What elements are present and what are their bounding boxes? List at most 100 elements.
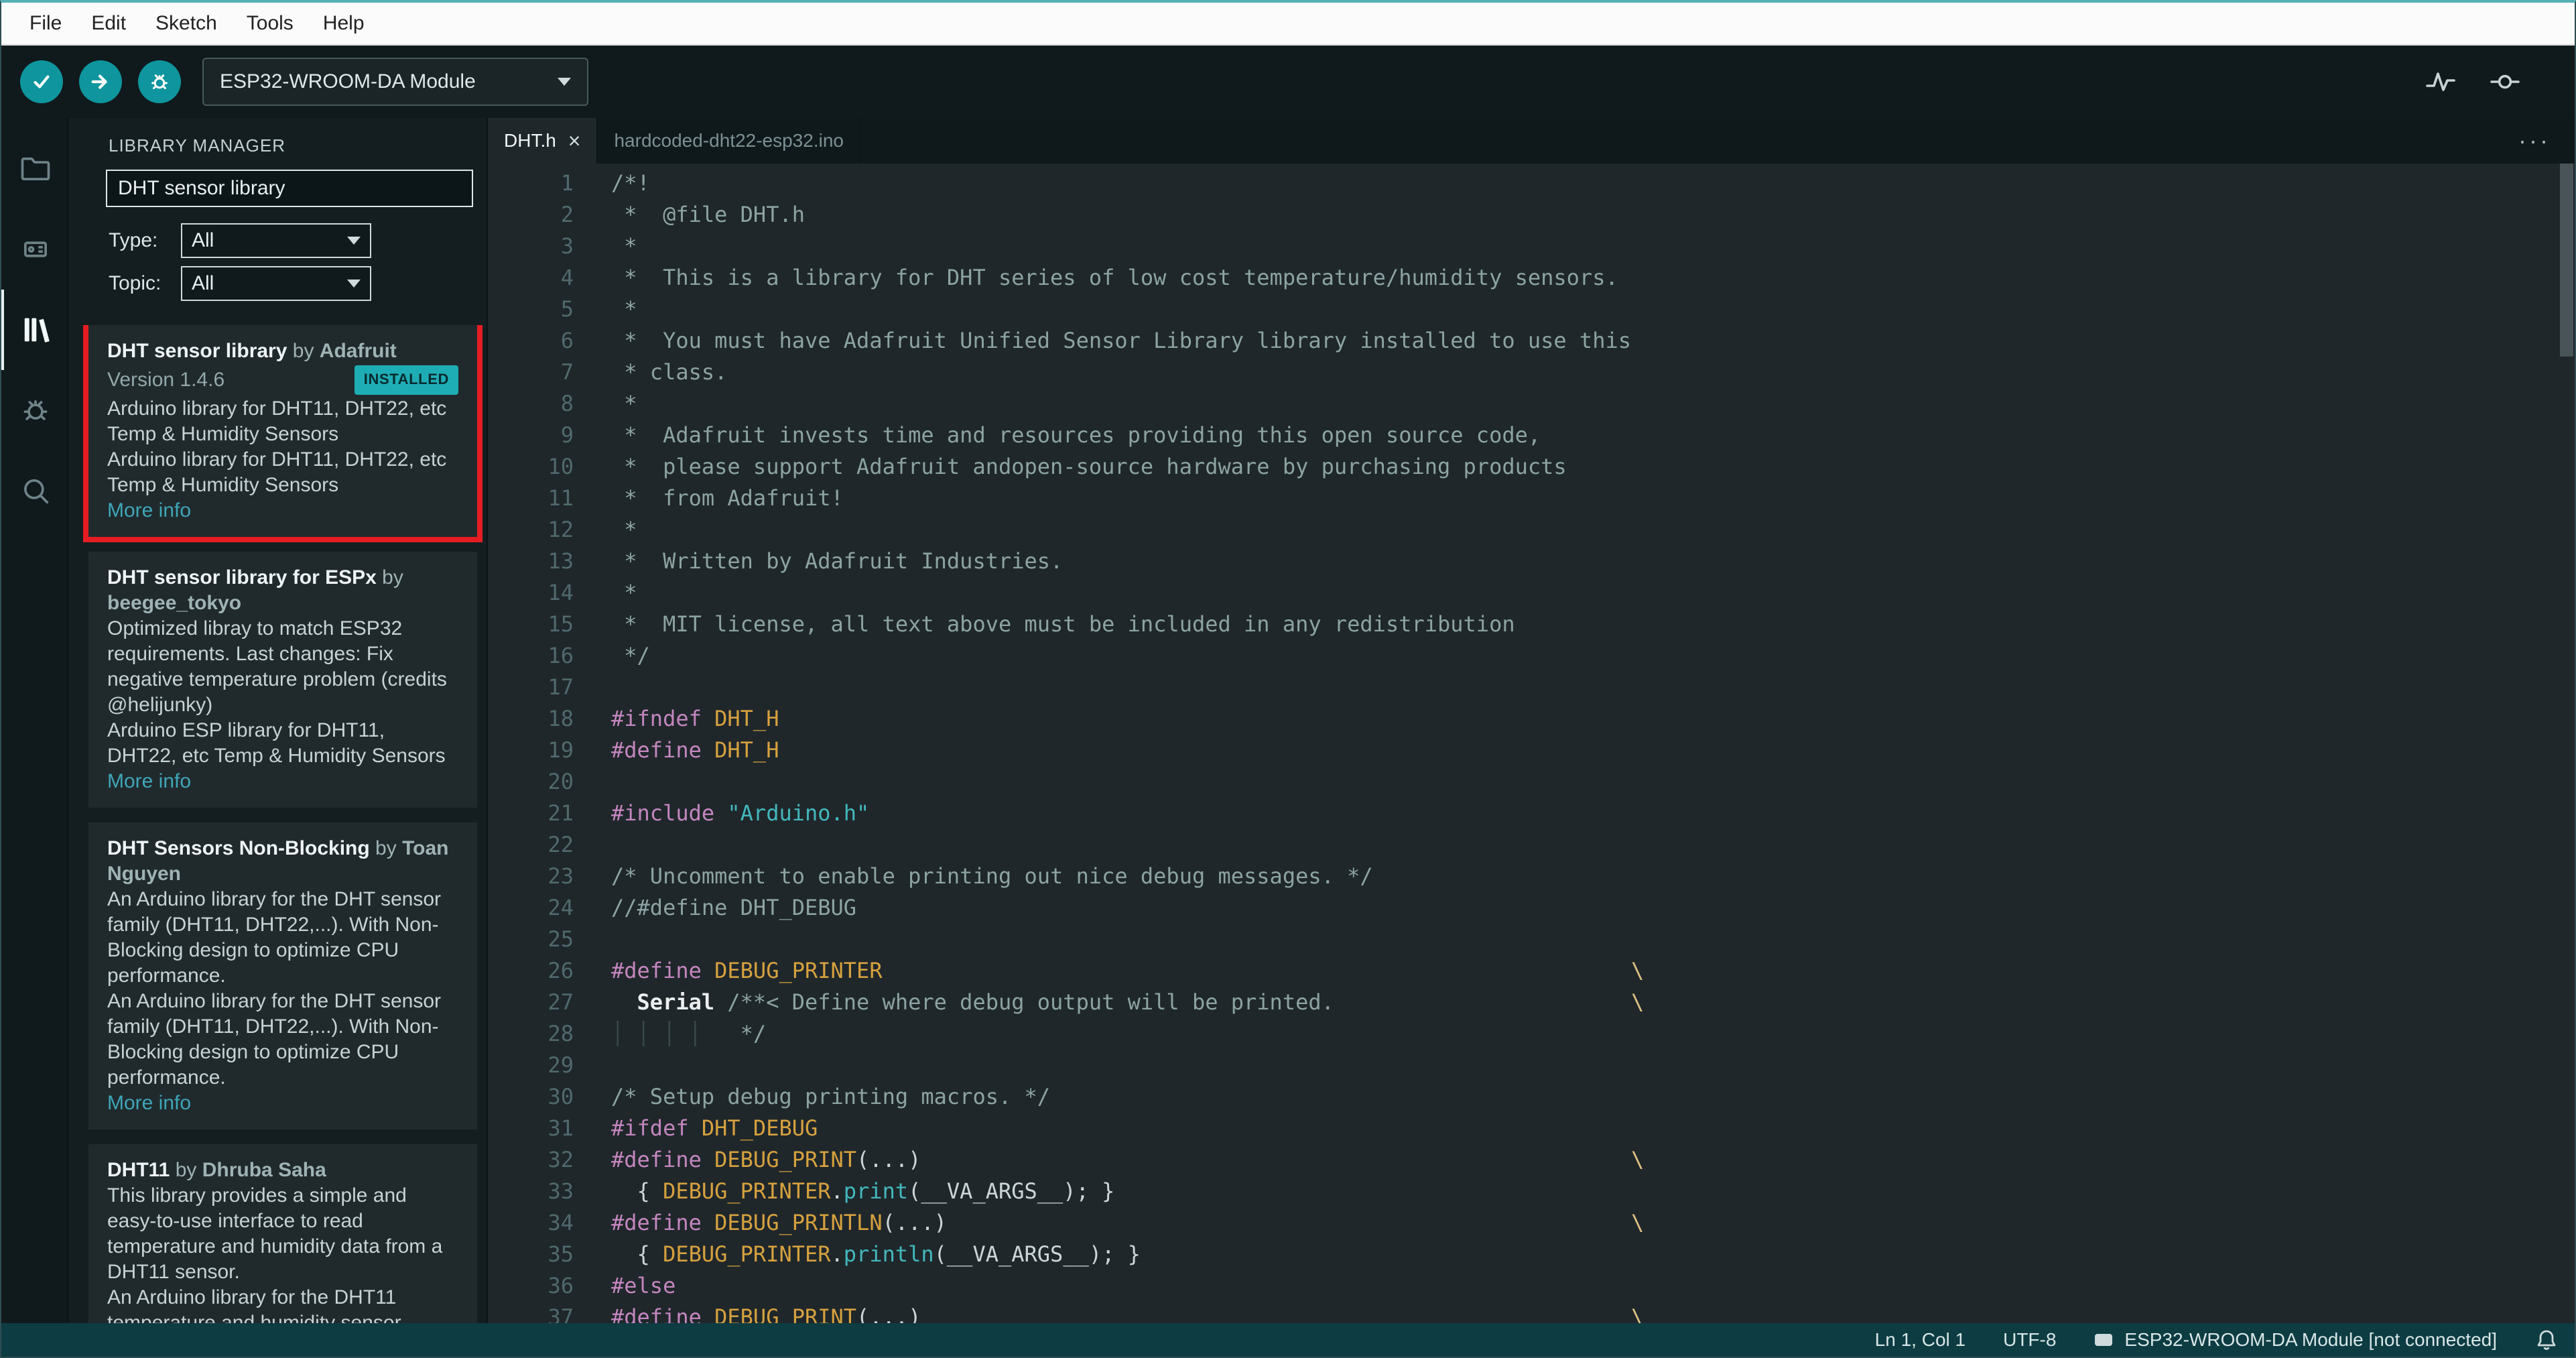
library-item-title: DHT11 by Dhruba Saha bbox=[107, 1158, 458, 1183]
code-line[interactable]: 10 * please support Adafruit andopen-sou… bbox=[488, 451, 2575, 483]
code-line[interactable]: 33 { DEBUG_PRINTER.print(__VA_ARGS__); } bbox=[488, 1176, 2575, 1207]
code-line[interactable]: 24 //#define DHT_DEBUG bbox=[488, 892, 2575, 924]
filter-select[interactable]: All bbox=[181, 223, 371, 258]
code-line[interactable]: 14 * bbox=[488, 577, 2575, 609]
library-manager-panel: LIBRARY MANAGER Type: All Topic: All DHT se… bbox=[68, 118, 488, 1323]
library-search-input[interactable] bbox=[106, 170, 473, 207]
code-line[interactable]: 16 */ bbox=[488, 640, 2575, 672]
cursor-position[interactable]: Ln 1, Col 1 bbox=[1875, 1329, 1966, 1351]
line-number: 2 bbox=[560, 202, 574, 227]
code-line[interactable]: 15 * MIT license, all text above must be… bbox=[488, 609, 2575, 640]
code-text: #define DEBUG_PRINT(...) \ bbox=[611, 1147, 1645, 1172]
code-line[interactable]: 18 #ifndef DHT_H bbox=[488, 703, 2575, 735]
by-label: by bbox=[170, 1159, 202, 1181]
code-line[interactable]: 31 #ifdef DHT_DEBUG bbox=[488, 1113, 2575, 1144]
tab-hardcoded-dht22-esp32-ino[interactable]: hardcoded-dht22-esp32.ino bbox=[598, 118, 861, 164]
code-text: * This is a library for DHT series of lo… bbox=[611, 265, 1618, 290]
code-line[interactable]: 35 { DEBUG_PRINTER.println(__VA_ARGS__);… bbox=[488, 1239, 2575, 1270]
code-line[interactable]: 9 * Adafruit invests time and resources … bbox=[488, 420, 2575, 451]
code-line[interactable]: 11 * from Adafruit! bbox=[488, 483, 2575, 514]
sidebar-item-search[interactable] bbox=[1, 450, 67, 531]
close-icon[interactable]: × bbox=[568, 130, 581, 151]
board-selector[interactable]: ESP32-WROOM-DA Module bbox=[202, 58, 588, 106]
menu-edit[interactable]: Edit bbox=[76, 3, 141, 45]
more-info-link[interactable]: More info bbox=[107, 498, 458, 523]
code-line[interactable]: 22 bbox=[488, 829, 2575, 861]
tab-label: hardcoded-dht22-esp32.ino bbox=[614, 130, 844, 151]
serial-monitor-icon[interactable] bbox=[2489, 66, 2521, 98]
library-list-item[interactable]: DHT sensor library by Adafruit Version 1.… bbox=[83, 325, 482, 542]
sidebar-item-sketchbook[interactable] bbox=[1, 129, 67, 209]
code-line[interactable]: 4 * This is a library for DHT series of … bbox=[488, 262, 2575, 294]
code-line[interactable]: 21 #include "Arduino.h" bbox=[488, 798, 2575, 829]
library-list-item[interactable]: DHT11 by Dhruba Saha This library provide… bbox=[88, 1144, 477, 1323]
line-number: 4 bbox=[560, 265, 574, 290]
line-number: 23 bbox=[548, 863, 574, 889]
code-line[interactable]: 13 * Written by Adafruit Industries. bbox=[488, 546, 2575, 577]
more-info-link[interactable]: More info bbox=[107, 769, 458, 794]
more-info-link[interactable]: More info bbox=[107, 1091, 458, 1116]
code-line[interactable]: 6 * You must have Adafruit Unified Senso… bbox=[488, 325, 2575, 357]
verify-button[interactable] bbox=[20, 60, 63, 103]
sidebar-item-boards-manager[interactable] bbox=[1, 209, 67, 290]
code-line[interactable]: 2 * @file DHT.h bbox=[488, 199, 2575, 231]
check-icon bbox=[34, 75, 50, 88]
sidebar-item-library-manager[interactable] bbox=[1, 290, 67, 370]
library-list-item[interactable]: DHT Sensors Non-Blocking by Toan Nguyen A… bbox=[88, 822, 477, 1129]
editor-scrollbar[interactable] bbox=[2559, 164, 2575, 1323]
code-line[interactable]: 34 #define DEBUG_PRINTLN(...) \ bbox=[488, 1207, 2575, 1239]
library-name: DHT sensor library for ESPx bbox=[107, 566, 377, 589]
menu-tools[interactable]: Tools bbox=[232, 3, 308, 45]
line-number: 5 bbox=[560, 296, 574, 322]
menu-file[interactable]: File bbox=[15, 3, 76, 45]
menu-help[interactable]: Help bbox=[308, 3, 379, 45]
menu-sketch[interactable]: Sketch bbox=[141, 3, 232, 45]
code-line[interactable]: 25 bbox=[488, 924, 2575, 955]
code-line[interactable]: 5 * bbox=[488, 294, 2575, 325]
code-text: * MIT license, all text above must be in… bbox=[611, 611, 1515, 637]
bug-icon bbox=[151, 74, 168, 89]
upload-button[interactable] bbox=[79, 60, 122, 103]
code-text: * Written by Adafruit Industries. bbox=[611, 548, 1064, 574]
library-list-item[interactable]: DHT sensor library for ESPx by beegee_to… bbox=[88, 552, 477, 808]
library-list: DHT sensor library by Adafruit Version 1.… bbox=[68, 325, 487, 1323]
scrollbar-thumb[interactable] bbox=[2560, 164, 2573, 357]
panel-title: LIBRARY MANAGER bbox=[109, 135, 286, 156]
line-number: 10 bbox=[548, 454, 574, 479]
notifications-bell-icon[interactable] bbox=[2534, 1328, 2559, 1352]
code-line[interactable]: 1 /*! bbox=[488, 168, 2575, 199]
encoding-indicator[interactable]: UTF-8 bbox=[2003, 1329, 2056, 1351]
code-line[interactable]: 12 * bbox=[488, 514, 2575, 546]
search-icon bbox=[23, 479, 49, 504]
library-name: DHT11 bbox=[107, 1159, 170, 1181]
activity-bar bbox=[1, 118, 68, 1323]
sidebar-item-debug[interactable] bbox=[1, 370, 67, 450]
library-version: Version 1.4.6 bbox=[107, 369, 225, 391]
line-number: 1 bbox=[560, 170, 574, 196]
code-line[interactable]: 19 #define DHT_H bbox=[488, 735, 2575, 766]
code-line[interactable]: 29 bbox=[488, 1050, 2575, 1081]
code-line[interactable]: 3 * bbox=[488, 231, 2575, 262]
code-line[interactable]: 28 │ │ │ │ */ bbox=[488, 1018, 2575, 1050]
code-line[interactable]: 23 /* Uncomment to enable printing out ni… bbox=[488, 861, 2575, 892]
code-line[interactable]: 8 * bbox=[488, 388, 2575, 420]
code-line[interactable]: 36 #else bbox=[488, 1270, 2575, 1302]
code-line[interactable]: 27 Serial /**< Define where debug output… bbox=[488, 987, 2575, 1018]
filter-select[interactable]: All bbox=[181, 266, 371, 301]
line-number: 22 bbox=[548, 832, 574, 857]
library-item-title: DHT sensor library for ESPx by beegee_to… bbox=[107, 565, 458, 616]
code-line[interactable]: 17 bbox=[488, 672, 2575, 703]
more-actions-button[interactable]: ··· bbox=[2494, 118, 2575, 164]
code-text: #else bbox=[611, 1273, 676, 1298]
board-status[interactable]: ESP32-WROOM-DA Module [not connected] bbox=[2094, 1329, 2497, 1351]
serial-plotter-icon[interactable] bbox=[2425, 66, 2457, 98]
code-line[interactable]: 32 #define DEBUG_PRINT(...) \ bbox=[488, 1144, 2575, 1176]
code-line[interactable]: 20 bbox=[488, 766, 2575, 798]
code-line[interactable]: 30 /* Setup debug printing macros. */ bbox=[488, 1081, 2575, 1113]
code-line[interactable]: 7 * class. bbox=[488, 357, 2575, 388]
code-editor[interactable]: 1/*! 2 * @file DHT.h 3 * 4 * This is a libr… bbox=[488, 164, 2575, 1323]
debug-button[interactable] bbox=[138, 60, 181, 103]
code-line[interactable]: 26 #define DEBUG_PRINTER \ bbox=[488, 955, 2575, 987]
tab-dht-h[interactable]: DHT.h × bbox=[488, 118, 598, 164]
code-line[interactable]: 37 #define DEBUG_PRINT(...) \ bbox=[488, 1302, 2575, 1323]
